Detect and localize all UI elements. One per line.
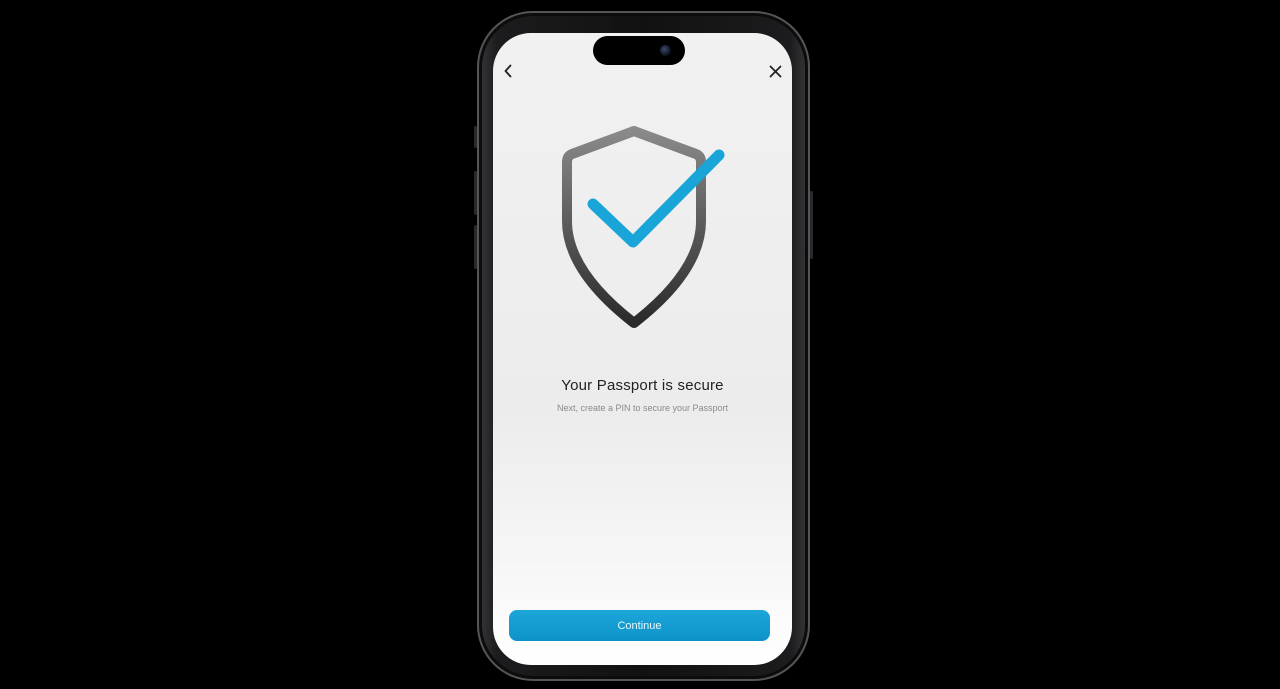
shield-check-icon bbox=[562, 126, 725, 328]
volume-up-button bbox=[474, 171, 477, 215]
continue-button[interactable]: Continue bbox=[509, 610, 770, 641]
dynamic-island bbox=[593, 36, 685, 65]
back-button[interactable] bbox=[497, 60, 519, 82]
volume-down-button bbox=[474, 225, 477, 269]
power-button bbox=[810, 191, 813, 259]
shield-outline bbox=[562, 126, 706, 328]
chevron-left-icon bbox=[504, 64, 512, 78]
app-screen: Your Passport is secure Next, create a P… bbox=[493, 33, 792, 665]
close-icon bbox=[769, 65, 781, 77]
page-title: Your Passport is secure bbox=[561, 377, 724, 394]
close-button[interactable] bbox=[764, 60, 786, 82]
page-subtitle: Next, create a PIN to secure your Passpo… bbox=[556, 403, 729, 413]
phone-frame: Your Passport is secure Next, create a P… bbox=[474, 11, 813, 681]
action-button bbox=[474, 126, 477, 148]
camera-icon bbox=[660, 45, 671, 56]
